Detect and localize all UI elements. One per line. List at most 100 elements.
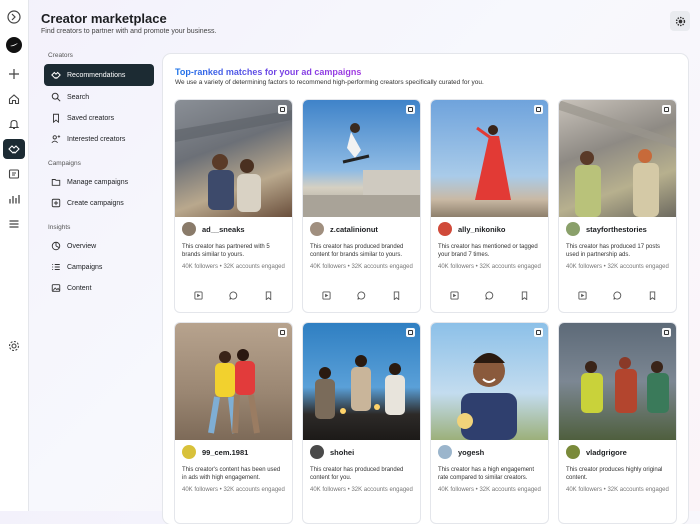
creator-card[interactable]: shohei This creator has produced branded… <box>302 322 421 524</box>
creator-photo[interactable] <box>559 323 676 440</box>
creator-card[interactable]: vladgrigore This creator produces highly… <box>558 322 677 524</box>
ads-icon[interactable] <box>6 166 22 182</box>
creator-description: This creator produces highly original co… <box>566 467 663 481</box>
nav-item-recommendations[interactable]: Recommendations <box>44 64 154 86</box>
ad-preview-icon[interactable] <box>578 290 588 300</box>
ad-preview-icon[interactable] <box>450 290 460 300</box>
creator-card[interactable]: stayforthestories This creator has produ… <box>558 99 677 313</box>
creator-description: This creator has mentioned or tagged you… <box>438 244 538 258</box>
people-icon <box>50 133 62 145</box>
ad-preview-icon[interactable] <box>322 290 332 300</box>
search-icon <box>50 91 62 103</box>
creator-info: ad__sneaks <box>182 222 245 236</box>
creator-photo[interactable] <box>303 100 420 217</box>
creator-info: shohei <box>310 445 354 459</box>
avatar[interactable] <box>310 222 324 236</box>
creator-description: This creator has partnered with 5 brands… <box>182 244 270 258</box>
menu-icon[interactable] <box>6 216 22 232</box>
reel-icon <box>534 328 543 337</box>
creator-card[interactable]: z.catalinionut This creator has produced… <box>302 99 421 313</box>
avatar[interactable] <box>438 445 452 459</box>
handshake-icon <box>50 69 62 81</box>
creator-card[interactable]: yogesh This creator has a high engagemen… <box>430 322 549 524</box>
reel-icon <box>662 105 671 114</box>
avatar[interactable] <box>310 445 324 459</box>
left-rail <box>0 0 29 511</box>
creator-photo[interactable] <box>303 323 420 440</box>
ad-preview-icon[interactable] <box>194 290 204 300</box>
nav-item-search[interactable]: Search <box>44 87 154 107</box>
nav-item-campaigns[interactable]: Campaigns <box>44 257 154 277</box>
plus-icon[interactable] <box>6 66 22 82</box>
creator-handle[interactable]: ally_nikoniko <box>458 225 506 234</box>
creator-photo[interactable] <box>559 100 676 217</box>
handshake-icon[interactable] <box>3 139 25 159</box>
creator-stats: 40K followers • 32K accounts engaged <box>182 264 285 270</box>
nav-item-overview[interactable]: Overview <box>44 236 154 256</box>
creator-photo[interactable] <box>175 323 292 440</box>
creator-stats: 40K followers • 32K accounts engaged <box>310 264 413 270</box>
nav-item-create-campaigns[interactable]: Create campaigns <box>44 193 154 213</box>
creator-description: This creator's content has been used in … <box>182 467 281 481</box>
creator-stats: 40K followers • 32K accounts engaged <box>566 264 669 270</box>
creator-info: ally_nikoniko <box>438 222 506 236</box>
creator-handle[interactable]: z.catalinionut <box>330 225 378 234</box>
creator-handle[interactable]: vladgrigore <box>586 448 627 457</box>
reel-icon <box>534 105 543 114</box>
bookmark-icon[interactable] <box>392 290 402 300</box>
creator-handle[interactable]: stayforthestories <box>586 225 647 234</box>
settings-button[interactable] <box>670 11 690 31</box>
folder-icon <box>50 176 62 188</box>
creator-description: This creator has produced branded conten… <box>310 467 404 481</box>
section-title: Top-ranked matches for your ad campaigns <box>175 67 362 77</box>
home-icon[interactable] <box>6 91 22 107</box>
brand-icon[interactable] <box>6 37 22 53</box>
avatar[interactable] <box>438 222 452 236</box>
message-icon[interactable] <box>229 290 239 300</box>
creator-card[interactable]: ad__sneaks This creator has partnered wi… <box>174 99 293 313</box>
message-icon[interactable] <box>613 290 623 300</box>
creator-info: yogesh <box>438 445 484 459</box>
logo-icon[interactable] <box>6 9 22 25</box>
bookmark-icon[interactable] <box>520 290 530 300</box>
bookmark-icon[interactable] <box>264 290 274 300</box>
creator-photo[interactable] <box>431 323 548 440</box>
creator-nav: Creators Recommendations Search Saved cr… <box>44 52 154 299</box>
reel-icon <box>278 105 287 114</box>
creator-photo[interactable] <box>175 100 292 217</box>
creator-stats: 40K followers • 32K accounts engaged <box>566 487 669 493</box>
nav-item-content[interactable]: Content <box>44 278 154 298</box>
nav-item-interested-creators[interactable]: Interested creators <box>44 129 154 149</box>
creator-info: stayforthestories <box>566 222 647 236</box>
avatar[interactable] <box>182 222 196 236</box>
card-actions <box>175 290 292 300</box>
creator-description: This creator has produced 17 posts used … <box>566 244 661 258</box>
reel-icon <box>278 328 287 337</box>
creator-stats: 40K followers • 32K accounts engaged <box>182 487 285 493</box>
card-actions <box>431 290 548 300</box>
message-icon[interactable] <box>357 290 367 300</box>
avatar[interactable] <box>566 445 580 459</box>
recommendations-panel: Top-ranked matches for your ad campaigns… <box>163 54 688 524</box>
reel-icon <box>662 328 671 337</box>
nav-item-manage-campaigns[interactable]: Manage campaigns <box>44 172 154 192</box>
nav-item-saved-creators[interactable]: Saved creators <box>44 108 154 128</box>
avatar[interactable] <box>182 445 196 459</box>
creator-card[interactable]: ally_nikoniko This creator has mentioned… <box>430 99 549 313</box>
message-icon[interactable] <box>485 290 495 300</box>
section-subtitle: We use a variety of determining factors … <box>175 79 484 86</box>
creator-handle[interactable]: shohei <box>330 448 354 457</box>
avatar[interactable] <box>566 222 580 236</box>
creator-handle[interactable]: yogesh <box>458 448 484 457</box>
chart-icon[interactable] <box>6 191 22 207</box>
creator-handle[interactable]: 99_cem.1981 <box>202 448 248 457</box>
creator-stats: 40K followers • 32K accounts engaged <box>438 487 541 493</box>
card-actions <box>559 290 676 300</box>
creator-photo[interactable] <box>431 100 548 217</box>
bell-icon[interactable] <box>6 116 22 132</box>
creator-card[interactable]: 99_cem.1981 This creator's content has b… <box>174 322 293 524</box>
add-box-icon <box>50 197 62 209</box>
bookmark-icon[interactable] <box>648 290 658 300</box>
creator-handle[interactable]: ad__sneaks <box>202 225 245 234</box>
settings-icon[interactable] <box>6 338 22 354</box>
